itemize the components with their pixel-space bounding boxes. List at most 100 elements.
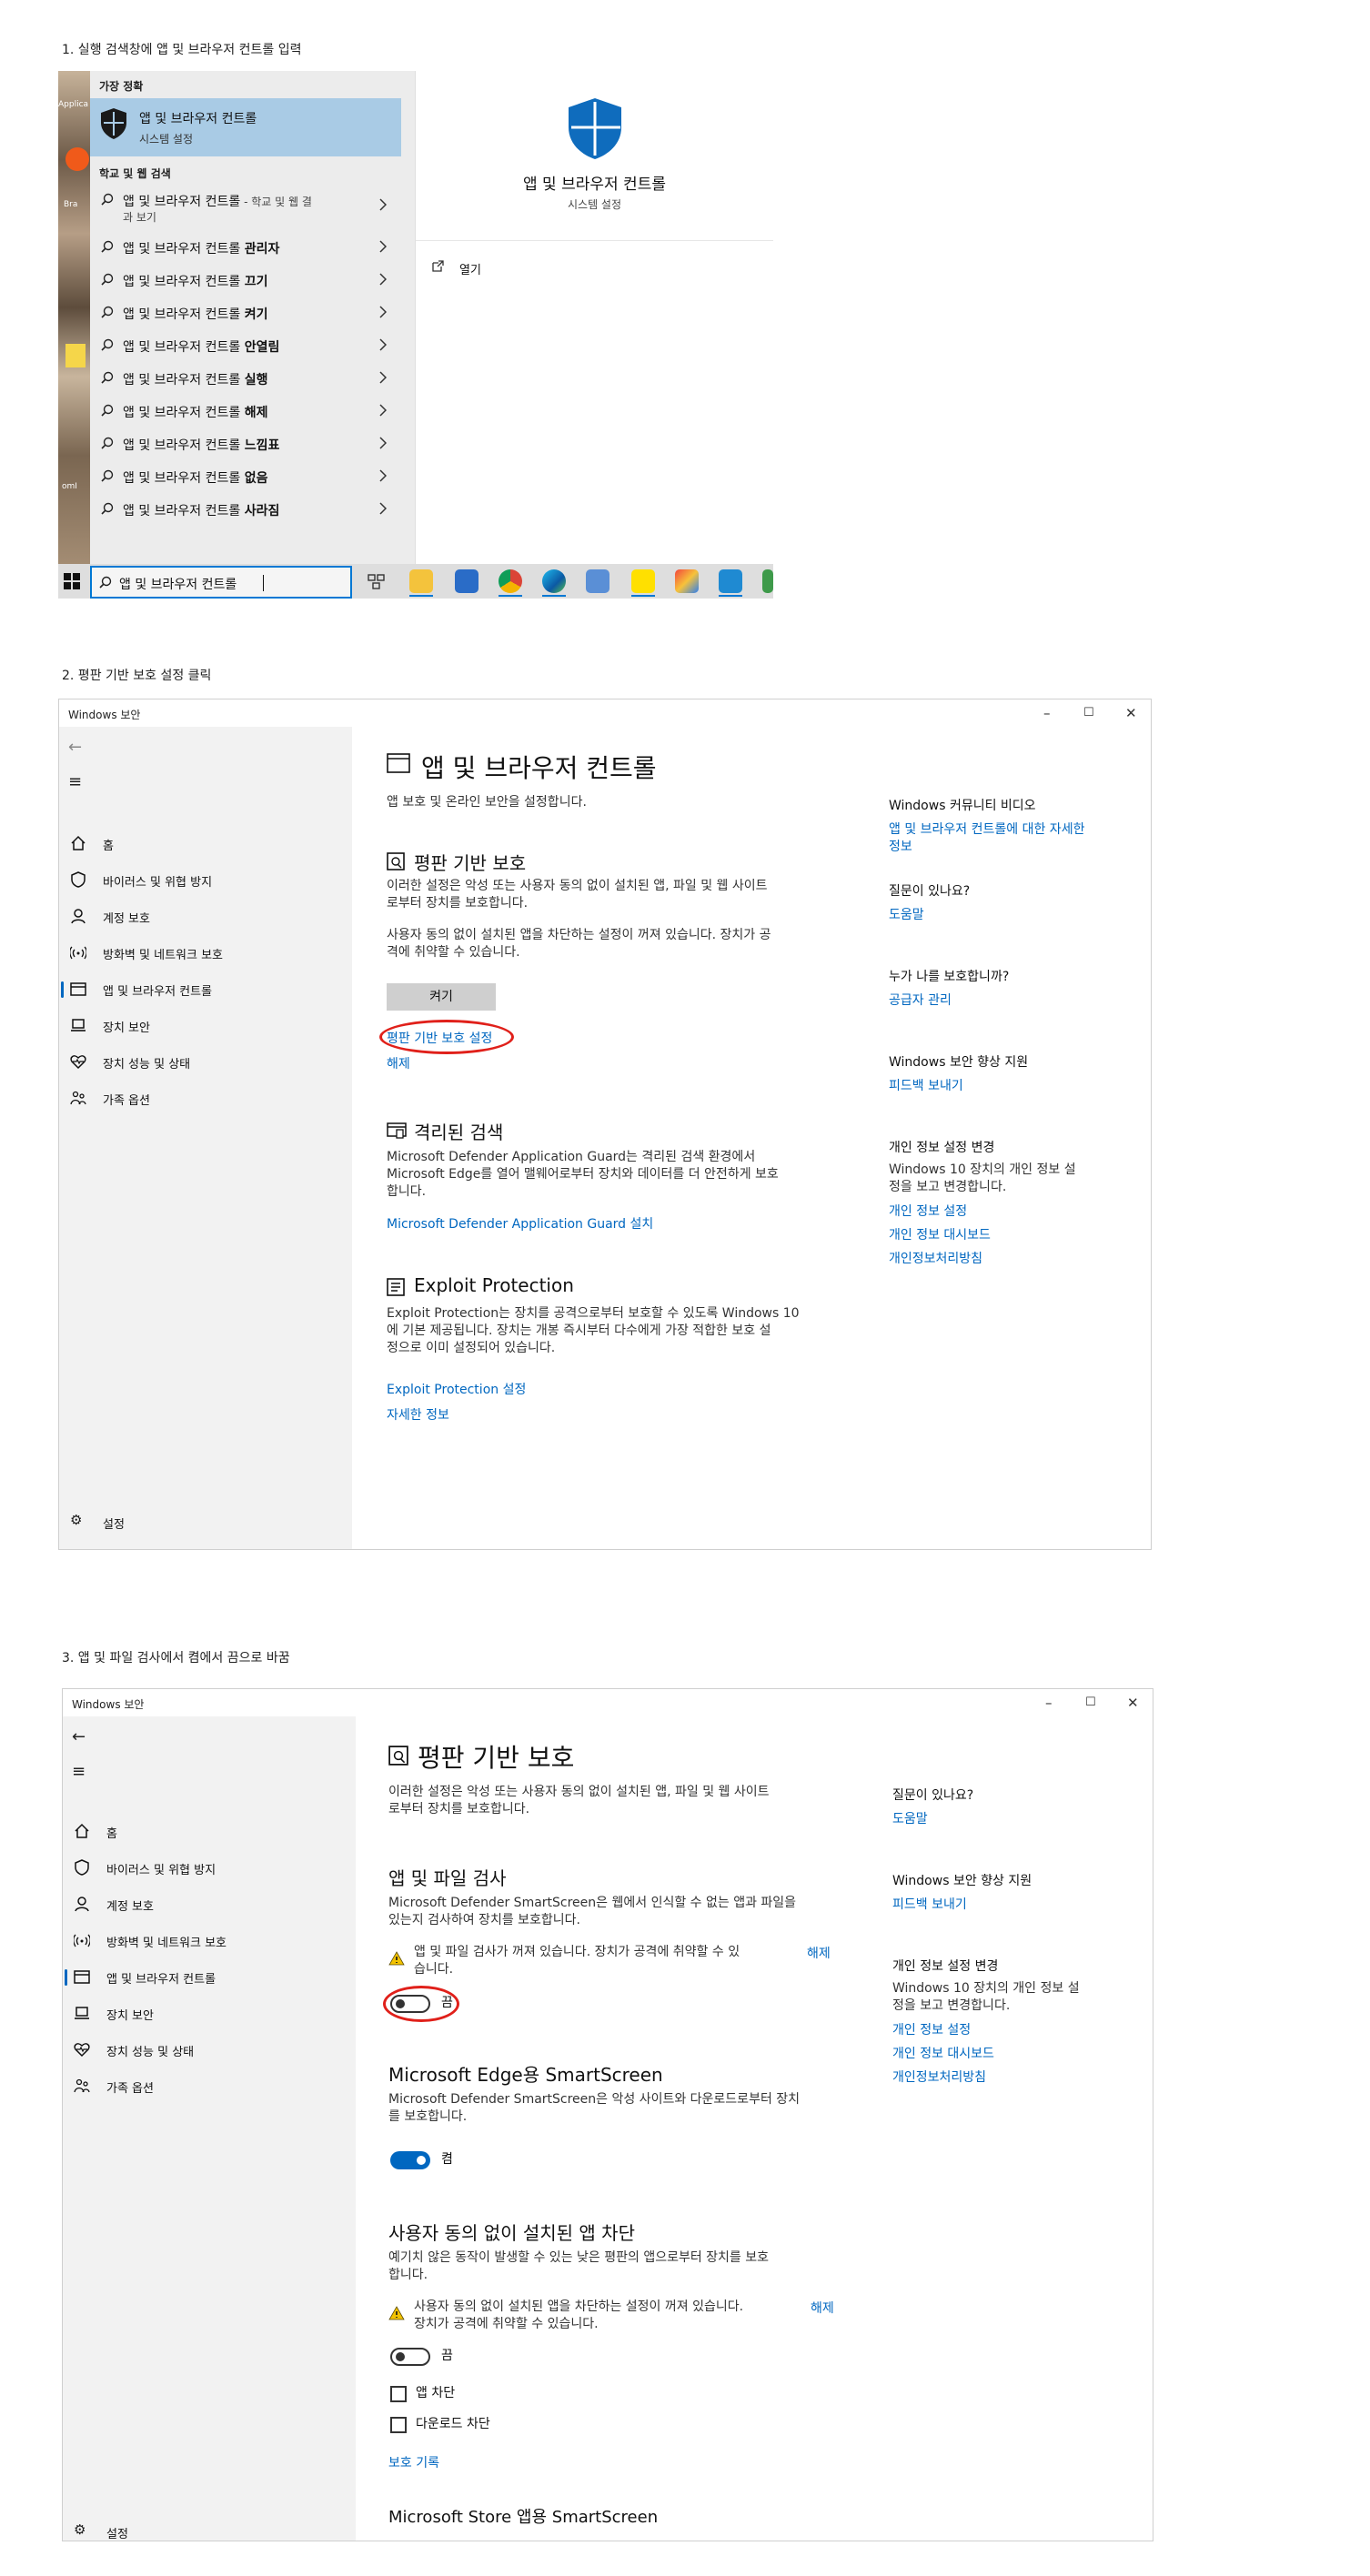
chrome-icon[interactable] (499, 569, 522, 593)
sidebar-item-wifi-antenna[interactable]: 방화벽 및 네트워크 보호 (70, 938, 343, 967)
suggestion-text: 앱 및 브라우저 컨트롤 느낌표 (123, 438, 280, 453)
edge-icon[interactable] (542, 569, 566, 593)
pua-block-toggle[interactable] (390, 2348, 430, 2366)
minimize-button[interactable]: – (1045, 1695, 1053, 1711)
suggestion-text-continued: 과 보기 (123, 211, 156, 224)
maximize-button[interactable]: ☐ (1083, 706, 1094, 719)
windows-start-icon[interactable] (64, 573, 80, 589)
sidebar-item-wifi-antenna[interactable]: 방화벽 및 네트워크 보호 (74, 1926, 347, 1955)
hamburger-menu-icon[interactable]: ≡ (68, 772, 82, 791)
section-title: 평판 기반 보호 (414, 852, 527, 874)
preview-subtitle: 시스템 설정 (567, 198, 621, 211)
checkbox-label: 다운로드 차단 (416, 2417, 490, 2431)
chevron-right-icon (379, 502, 387, 515)
best-match-result[interactable]: 앱 및 브라우저 컨트롤 시스템 설정 (90, 98, 401, 156)
open-action[interactable]: 열기 (430, 257, 612, 282)
search-suggestion-row[interactable]: 앱 및 브라우저 컨트롤 실행 (90, 362, 401, 395)
search-suggestion-row[interactable]: 앱 및 브라우저 컨트롤 관리자 (90, 231, 401, 264)
edge-smartscreen-toggle[interactable] (390, 2151, 430, 2169)
dismiss-link[interactable]: 해제 (807, 1944, 831, 1962)
sidebar-item-label: 바이러스 및 위협 방지 (103, 876, 213, 890)
suggestion-text: 앱 및 브라우저 컨트롤 없음 (123, 471, 268, 486)
privacy-description: Windows 10 장치의 개인 정보 설 (889, 1162, 1076, 1177)
sidebar-item-person[interactable]: 계정 보호 (70, 901, 343, 931)
file-explorer-icon[interactable] (409, 569, 433, 593)
app-icon[interactable] (762, 569, 773, 593)
sidebar-item-label: 계정 보호 (103, 912, 150, 926)
sidebar-item-shield[interactable]: 바이러스 및 위협 방지 (70, 865, 343, 894)
brave-browser-icon[interactable] (65, 147, 89, 171)
search-suggestion-row[interactable]: 앱 및 브라우저 컨트롤 없음 (90, 460, 401, 493)
sidebar-item-browser-window[interactable]: 앱 및 브라우저 컨트롤 (61, 974, 343, 1003)
shield-icon (101, 108, 126, 139)
right-heading: 개인 정보 설정 변경 (889, 1141, 995, 1155)
app-icon[interactable] (675, 569, 699, 593)
privacy-settings-link[interactable]: 개인 정보 설정 (892, 2020, 971, 2038)
help-link[interactable]: 도움말 (889, 905, 924, 923)
sidebar-item-person[interactable]: 계정 보호 (74, 1889, 347, 1918)
help-link[interactable]: 도움말 (892, 1809, 928, 1827)
learn-more-link[interactable]: 자세한 정보 (387, 1405, 449, 1424)
turn-on-button[interactable]: 켜기 (387, 983, 496, 1011)
close-button[interactable]: ✕ (1125, 705, 1137, 721)
sidebar-item-settings[interactable]: ⚙ 설정 (70, 1507, 343, 1536)
page-title: 평판 기반 보호 (418, 1743, 575, 1773)
search-suggestion-row[interactable]: 앱 및 브라우저 컨트롤 - 학교 및 웹 결과 보기 (90, 184, 401, 227)
desktop-icon-label: omI (62, 482, 77, 491)
maximize-button[interactable]: ☐ (1085, 1696, 1096, 1709)
sidebar-item-shield[interactable]: 바이러스 및 위협 방지 (74, 1853, 347, 1882)
folder-icon[interactable] (65, 344, 86, 367)
sidebar-item-laptop[interactable]: 장치 보안 (74, 1998, 347, 2028)
dismiss-link[interactable]: 해제 (811, 2299, 834, 2317)
application-guard-link[interactable]: Microsoft Defender Application Guard 설치 (387, 1214, 653, 1233)
sidebar-item-family[interactable]: 가족 옵션 (70, 1083, 343, 1112)
back-arrow-icon[interactable]: ← (68, 738, 82, 757)
sidebar-item-heart-pulse[interactable]: 장치 성능 및 상태 (74, 2035, 347, 2064)
search-suggestion-row[interactable]: 앱 및 브라우저 컨트롤 느낌표 (90, 428, 401, 460)
back-arrow-icon[interactable]: ← (72, 1727, 86, 1746)
close-button[interactable]: ✕ (1127, 1695, 1139, 1711)
manage-providers-link[interactable]: 공급자 관리 (889, 991, 952, 1009)
block-apps-checkbox[interactable] (390, 2386, 407, 2402)
sidebar-item-label: 장치 성능 및 상태 (106, 2046, 195, 2059)
step-caption: 1. 실행 검색창에 앱 및 브라우저 컨트롤 입력 (62, 43, 302, 57)
feedback-link[interactable]: 피드백 보내기 (892, 1895, 967, 1913)
community-video-link[interactable]: 정보 (889, 837, 912, 855)
privacy-dashboard-link[interactable]: 개인 정보 대시보드 (889, 1225, 991, 1243)
minimize-button[interactable]: – (1043, 705, 1051, 721)
right-heading: 질문이 있나요? (892, 1788, 974, 1803)
privacy-settings-link[interactable]: 개인 정보 설정 (889, 1202, 967, 1220)
protection-history-link[interactable]: 보호 기록 (388, 2453, 439, 2471)
search-suggestion-row[interactable]: 앱 및 브라우저 컨트롤 끄기 (90, 264, 401, 297)
right-heading: 질문이 있나요? (889, 884, 971, 899)
search-suggestion-row[interactable]: 앱 및 브라우저 컨트롤 안열림 (90, 329, 401, 362)
privacy-dashboard-link[interactable]: 개인 정보 대시보드 (892, 2044, 994, 2062)
sidebar-item-home[interactable]: 홈 (74, 1816, 347, 1846)
warning-text: 습니다. (414, 1962, 454, 1977)
sidebar-item-home[interactable]: 홈 (70, 829, 343, 858)
block-downloads-checkbox[interactable] (390, 2417, 407, 2433)
search-suggestion-row[interactable]: 앱 및 브라우저 컨트롤 사라짐 (90, 493, 401, 526)
task-view-icon[interactable] (368, 573, 386, 589)
hamburger-menu-icon[interactable]: ≡ (72, 1762, 86, 1781)
dismiss-link[interactable]: 해제 (387, 1054, 410, 1072)
privacy-statement-link[interactable]: 개인정보처리방침 (892, 2068, 986, 2086)
sidebar-item-settings[interactable]: ⚙ 설정 (74, 2517, 347, 2546)
mail-icon[interactable] (455, 569, 478, 593)
sidebar-item-family[interactable]: 가족 옵션 (74, 2071, 347, 2100)
sidebar-item-browser-window[interactable]: 앱 및 브라우저 컨트롤 (65, 1962, 347, 1991)
search-suggestion-row[interactable]: 앱 및 브라우저 컨트롤 해제 (90, 395, 401, 428)
vscode-icon[interactable] (719, 569, 742, 593)
community-video-link[interactable]: 앱 및 브라우저 컨트롤에 대한 자세한 (889, 820, 1084, 838)
privacy-statement-link[interactable]: 개인정보처리방침 (889, 1249, 982, 1267)
feedback-link[interactable]: 피드백 보내기 (889, 1076, 963, 1094)
search-suggestion-row[interactable]: 앱 및 브라우저 컨트롤 켜기 (90, 297, 401, 329)
taskbar-search-input[interactable]: 앱 및 브라우저 컨트롤 (90, 566, 352, 599)
app-icon[interactable] (586, 569, 609, 593)
kakaotalk-icon[interactable] (631, 569, 655, 593)
sidebar-item-heart-pulse[interactable]: 장치 성능 및 상태 (70, 1047, 343, 1076)
home-icon (71, 835, 86, 850)
exploit-settings-link[interactable]: Exploit Protection 설정 (387, 1380, 526, 1398)
sidebar-item-laptop[interactable]: 장치 보안 (70, 1011, 343, 1040)
search-results-list: 가장 정확 앱 및 브라우저 컨트롤 시스템 설정 학교 및 웹 검색 앱 및 … (90, 71, 416, 564)
